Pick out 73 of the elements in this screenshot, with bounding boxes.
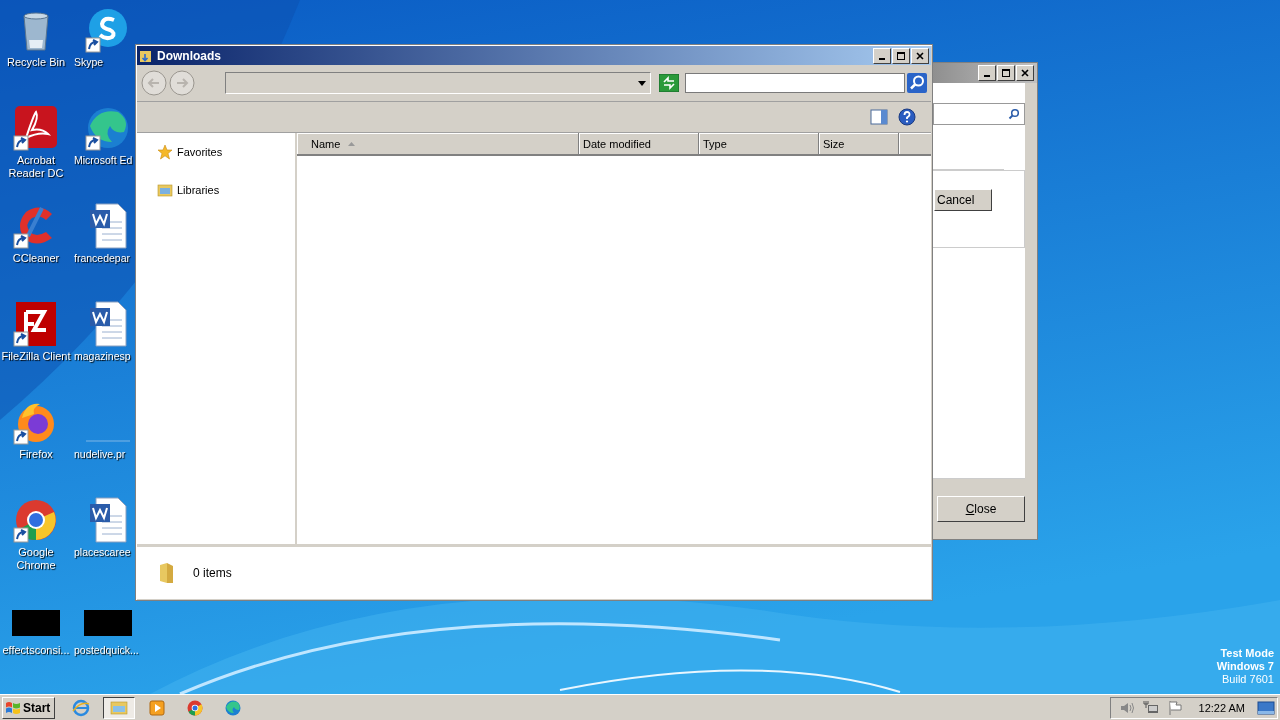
clock[interactable]: 12:22 AM [1198, 701, 1245, 714]
shortcut-arrow-icon [13, 527, 29, 543]
column-header[interactable]: Date modified [579, 133, 699, 154]
taskbar-button[interactable] [103, 696, 136, 719]
navigation-item[interactable]: Favorites [137, 143, 295, 161]
close-button[interactable] [1016, 65, 1034, 81]
icon-label: Acrobat Reader DC [7, 154, 65, 180]
minimize-icon [984, 75, 990, 77]
show-desktop-button[interactable] [1257, 699, 1275, 716]
flag-icon[interactable] [1166, 699, 1183, 716]
column-header[interactable]: Type [699, 133, 819, 154]
minimize-icon [879, 57, 885, 60]
start-button[interactable]: Start [2, 696, 56, 719]
folder-icon [110, 698, 129, 717]
shortcut-arrow-icon [13, 331, 29, 347]
close-button[interactable] [911, 47, 929, 64]
search-field[interactable] [933, 103, 1025, 125]
icon-label: CCleaner [11, 252, 61, 265]
minimize-button[interactable] [978, 65, 996, 81]
shortcut-arrow-icon [13, 233, 29, 249]
browser-icon [224, 698, 243, 717]
browser-icon [72, 698, 91, 717]
icon-label: Google Chrome [15, 546, 57, 572]
cancel-button[interactable]: Cancel [934, 189, 992, 211]
notice-text: Build 7601 [1222, 673, 1274, 686]
help-icon[interactable] [898, 108, 916, 126]
column-header [899, 133, 931, 154]
notice-text: Test Mode [1220, 647, 1274, 660]
minimize-button[interactable] [873, 47, 891, 64]
icon-label: placescaree [74, 546, 131, 559]
browser-icon [186, 698, 205, 717]
icon-label: postedquick... [74, 644, 139, 657]
maximize-icon [896, 50, 906, 61]
icon-label: effectsconsi... [1, 644, 71, 657]
column-header[interactable]: Size [819, 133, 899, 154]
column-header[interactable]: Name [297, 133, 579, 154]
search-button[interactable] [907, 73, 927, 93]
notice-text: Windows 7 [1216, 660, 1274, 673]
status-text: 0 items [193, 566, 232, 580]
search-field[interactable] [685, 73, 905, 93]
refresh-button[interactable] [659, 74, 679, 92]
shortcut-arrow-icon [13, 429, 29, 445]
icon-label: francedepar [74, 252, 131, 265]
icon-label: magazinesp [74, 350, 131, 363]
folder-icon [139, 48, 153, 63]
window-title: Downloads [157, 48, 222, 63]
icon-label: Recycle Bin [5, 56, 67, 69]
dropdown-icon [638, 80, 646, 86]
maximize-button[interactable] [997, 65, 1015, 81]
windows-logo-icon [5, 699, 21, 716]
maximize-icon [1001, 68, 1011, 78]
close-icon [1020, 68, 1030, 78]
icon-label: Firefox [18, 448, 54, 461]
icon-label: nudelive.pr [74, 448, 126, 461]
close-icon [915, 50, 925, 61]
navigation-item[interactable]: Libraries [137, 181, 295, 199]
search-icon [1008, 108, 1020, 120]
folder-icon [157, 182, 173, 198]
shortcut-arrow-icon [13, 135, 29, 151]
preview-pane-icon[interactable] [870, 109, 888, 125]
shortcut-arrow-icon [85, 37, 101, 53]
maximize-button[interactable] [892, 47, 910, 64]
icon-label: Skype [74, 56, 104, 69]
close-dialog-button[interactable]: Close [937, 496, 1025, 522]
address-bar[interactable] [225, 72, 651, 94]
shortcut-arrow-icon [85, 135, 101, 151]
icon-label: Microsoft Ed [74, 154, 133, 167]
star-icon [157, 144, 173, 160]
app-icon[interactable] [12, 104, 60, 152]
icon-label: FileZilla Client [1, 350, 71, 363]
network-icon[interactable] [1142, 699, 1159, 716]
sort-arrow-icon [348, 141, 356, 146]
play-icon [148, 698, 167, 717]
